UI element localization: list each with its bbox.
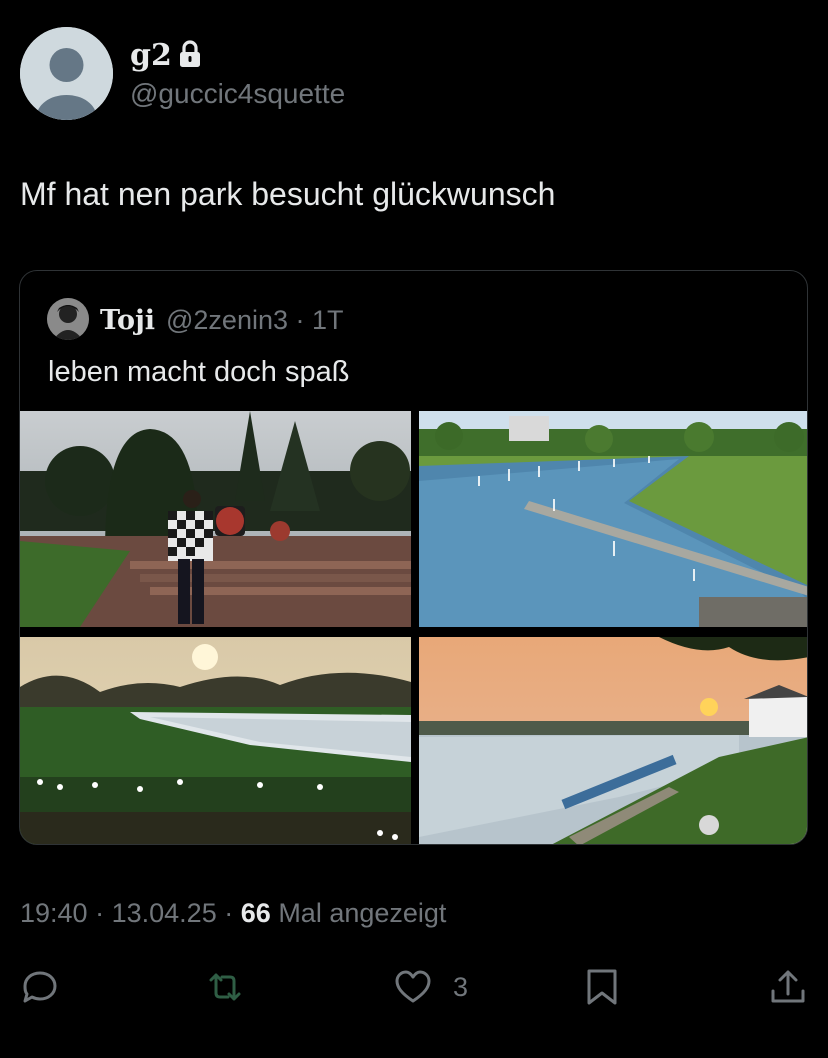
reply-button[interactable] [20,965,60,1009]
views-label: Mal angezeigt [278,898,447,928]
heart-icon [395,970,431,1003]
separator: · [224,898,234,928]
display-name[interactable]: g2 [130,38,172,73]
reply-icon [23,971,57,1003]
quote-tweet-card[interactable]: Toji @2zenin3 · 1T leben macht doch spaß [19,270,808,845]
avatar[interactable] [20,27,113,120]
tweet-date[interactable]: 13.04.25 [112,898,217,928]
tweet-text: Mf hat nen park besucht glückwunsch [20,176,556,212]
bookmark-button[interactable] [582,965,622,1009]
photo-river-sunset[interactable] [419,637,807,844]
quote-avatar[interactable] [47,298,89,340]
retweet-button[interactable] [205,965,245,1009]
bookmark-icon [587,969,617,1005]
lock-icon [178,40,202,68]
photo-sunset-fountains[interactable] [20,637,411,844]
tweet-meta: 19:40 · 13.04.25 · 66 Mal angezeigt [20,898,446,929]
handle[interactable]: @guccic4squette [130,78,345,110]
separator: · [95,898,105,928]
tweet-time[interactable]: 19:40 [20,898,88,928]
share-icon [771,970,805,1003]
like-count: 3 [453,971,469,1002]
quote-text: leben macht doch spaß [48,356,350,388]
retweet-icon [209,973,241,1001]
views-count: 66 [240,898,271,928]
photo-garden-person[interactable] [20,411,411,627]
like-button[interactable]: 3 [393,965,468,1009]
share-button[interactable] [768,965,808,1009]
photo-fountain-canal[interactable] [419,411,807,627]
quote-handle-time: @2zenin3 · 1T [166,305,344,335]
quote-display-name[interactable]: Toji [100,305,155,336]
